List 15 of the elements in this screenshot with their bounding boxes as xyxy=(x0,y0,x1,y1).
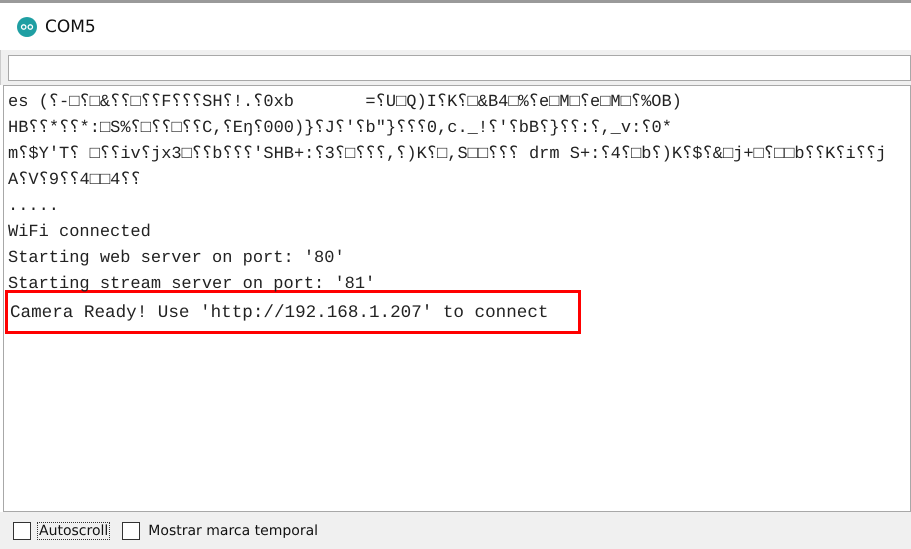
output-line: A⸮V⸮9⸮⸮4□□4⸮⸮ xyxy=(8,170,142,192)
output-line: WiFi connected xyxy=(8,222,152,244)
output-line: ..... xyxy=(8,196,60,218)
checkbox[interactable] xyxy=(13,522,31,540)
output-line: Starting stream server on port: '81' xyxy=(8,274,376,296)
output-line: Camera Ready! Use 'http://192.168.1.207' to connect xyxy=(10,302,550,325)
output-line: m⸮$Y'T⸮ □⸮⸮iv⸮jx3□⸮⸮b⸮⸮⸮'SHB+:⸮3⸮□⸮⸮⸮,⸮)K⸮□,S□□⸮⸮⸮ drm S+:⸮4⸮□b⸮)K⸮$⸮&□j+□⸮□□b⸮⸮K⸮i⸮⸮j xyxy=(8,144,888,166)
checkbox-label[interactable]: Mostrar marca temporal xyxy=(146,522,320,540)
output-line: es (⸮-□⸮□&⸮⸮□⸮⸮F⸮⸮⸮SH⸮!.⸮0xb =⸮U□Q)I⸮K⸮□&B4□%⸮e□M□⸮e□M□⸮%OB) xyxy=(8,92,683,114)
window-title: COM5 xyxy=(45,16,96,36)
output-line: Starting web server on port: '80' xyxy=(8,248,346,270)
checkbox[interactable] xyxy=(122,522,140,540)
output-line: HB⸮⸮*⸮⸮*:□S%⸮□⸮⸮□⸮⸮C,⸮Eŋ⸮000)}⸮J⸮'⸮b"}⸮⸮⸮0,c._!⸮'⸮bB⸮}⸮⸮:⸮,_v:⸮0* xyxy=(8,118,673,140)
checkbox-label[interactable]: Autoscroll xyxy=(37,522,110,540)
infinity-logo-icon xyxy=(17,16,37,36)
